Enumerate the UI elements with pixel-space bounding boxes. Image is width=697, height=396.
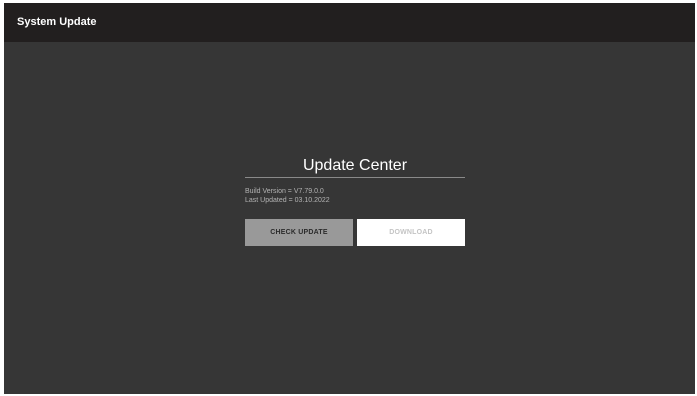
system-update-window: System Update Update Center Build Versio… bbox=[4, 3, 695, 394]
build-version-text: Build Version = V7.79.0.0 bbox=[245, 188, 324, 195]
window-title: System Update bbox=[17, 16, 97, 28]
version-info: Build Version = V7.79.0.0 Last Updated =… bbox=[245, 188, 465, 205]
download-button[interactable]: DOWNLOAD bbox=[357, 219, 465, 246]
heading-divider bbox=[245, 177, 465, 178]
check-update-button[interactable]: CHECK UPDATE bbox=[245, 219, 353, 246]
update-center-heading: Update Center bbox=[302, 157, 408, 174]
update-center-panel: Update Center Build Version = V7.79.0.0 … bbox=[245, 156, 465, 246]
action-buttons: CHECK UPDATE DOWNLOAD bbox=[245, 219, 465, 246]
title-bar: System Update bbox=[4, 3, 695, 42]
last-updated-text: Last Updated = 03.10.2022 bbox=[245, 196, 330, 204]
